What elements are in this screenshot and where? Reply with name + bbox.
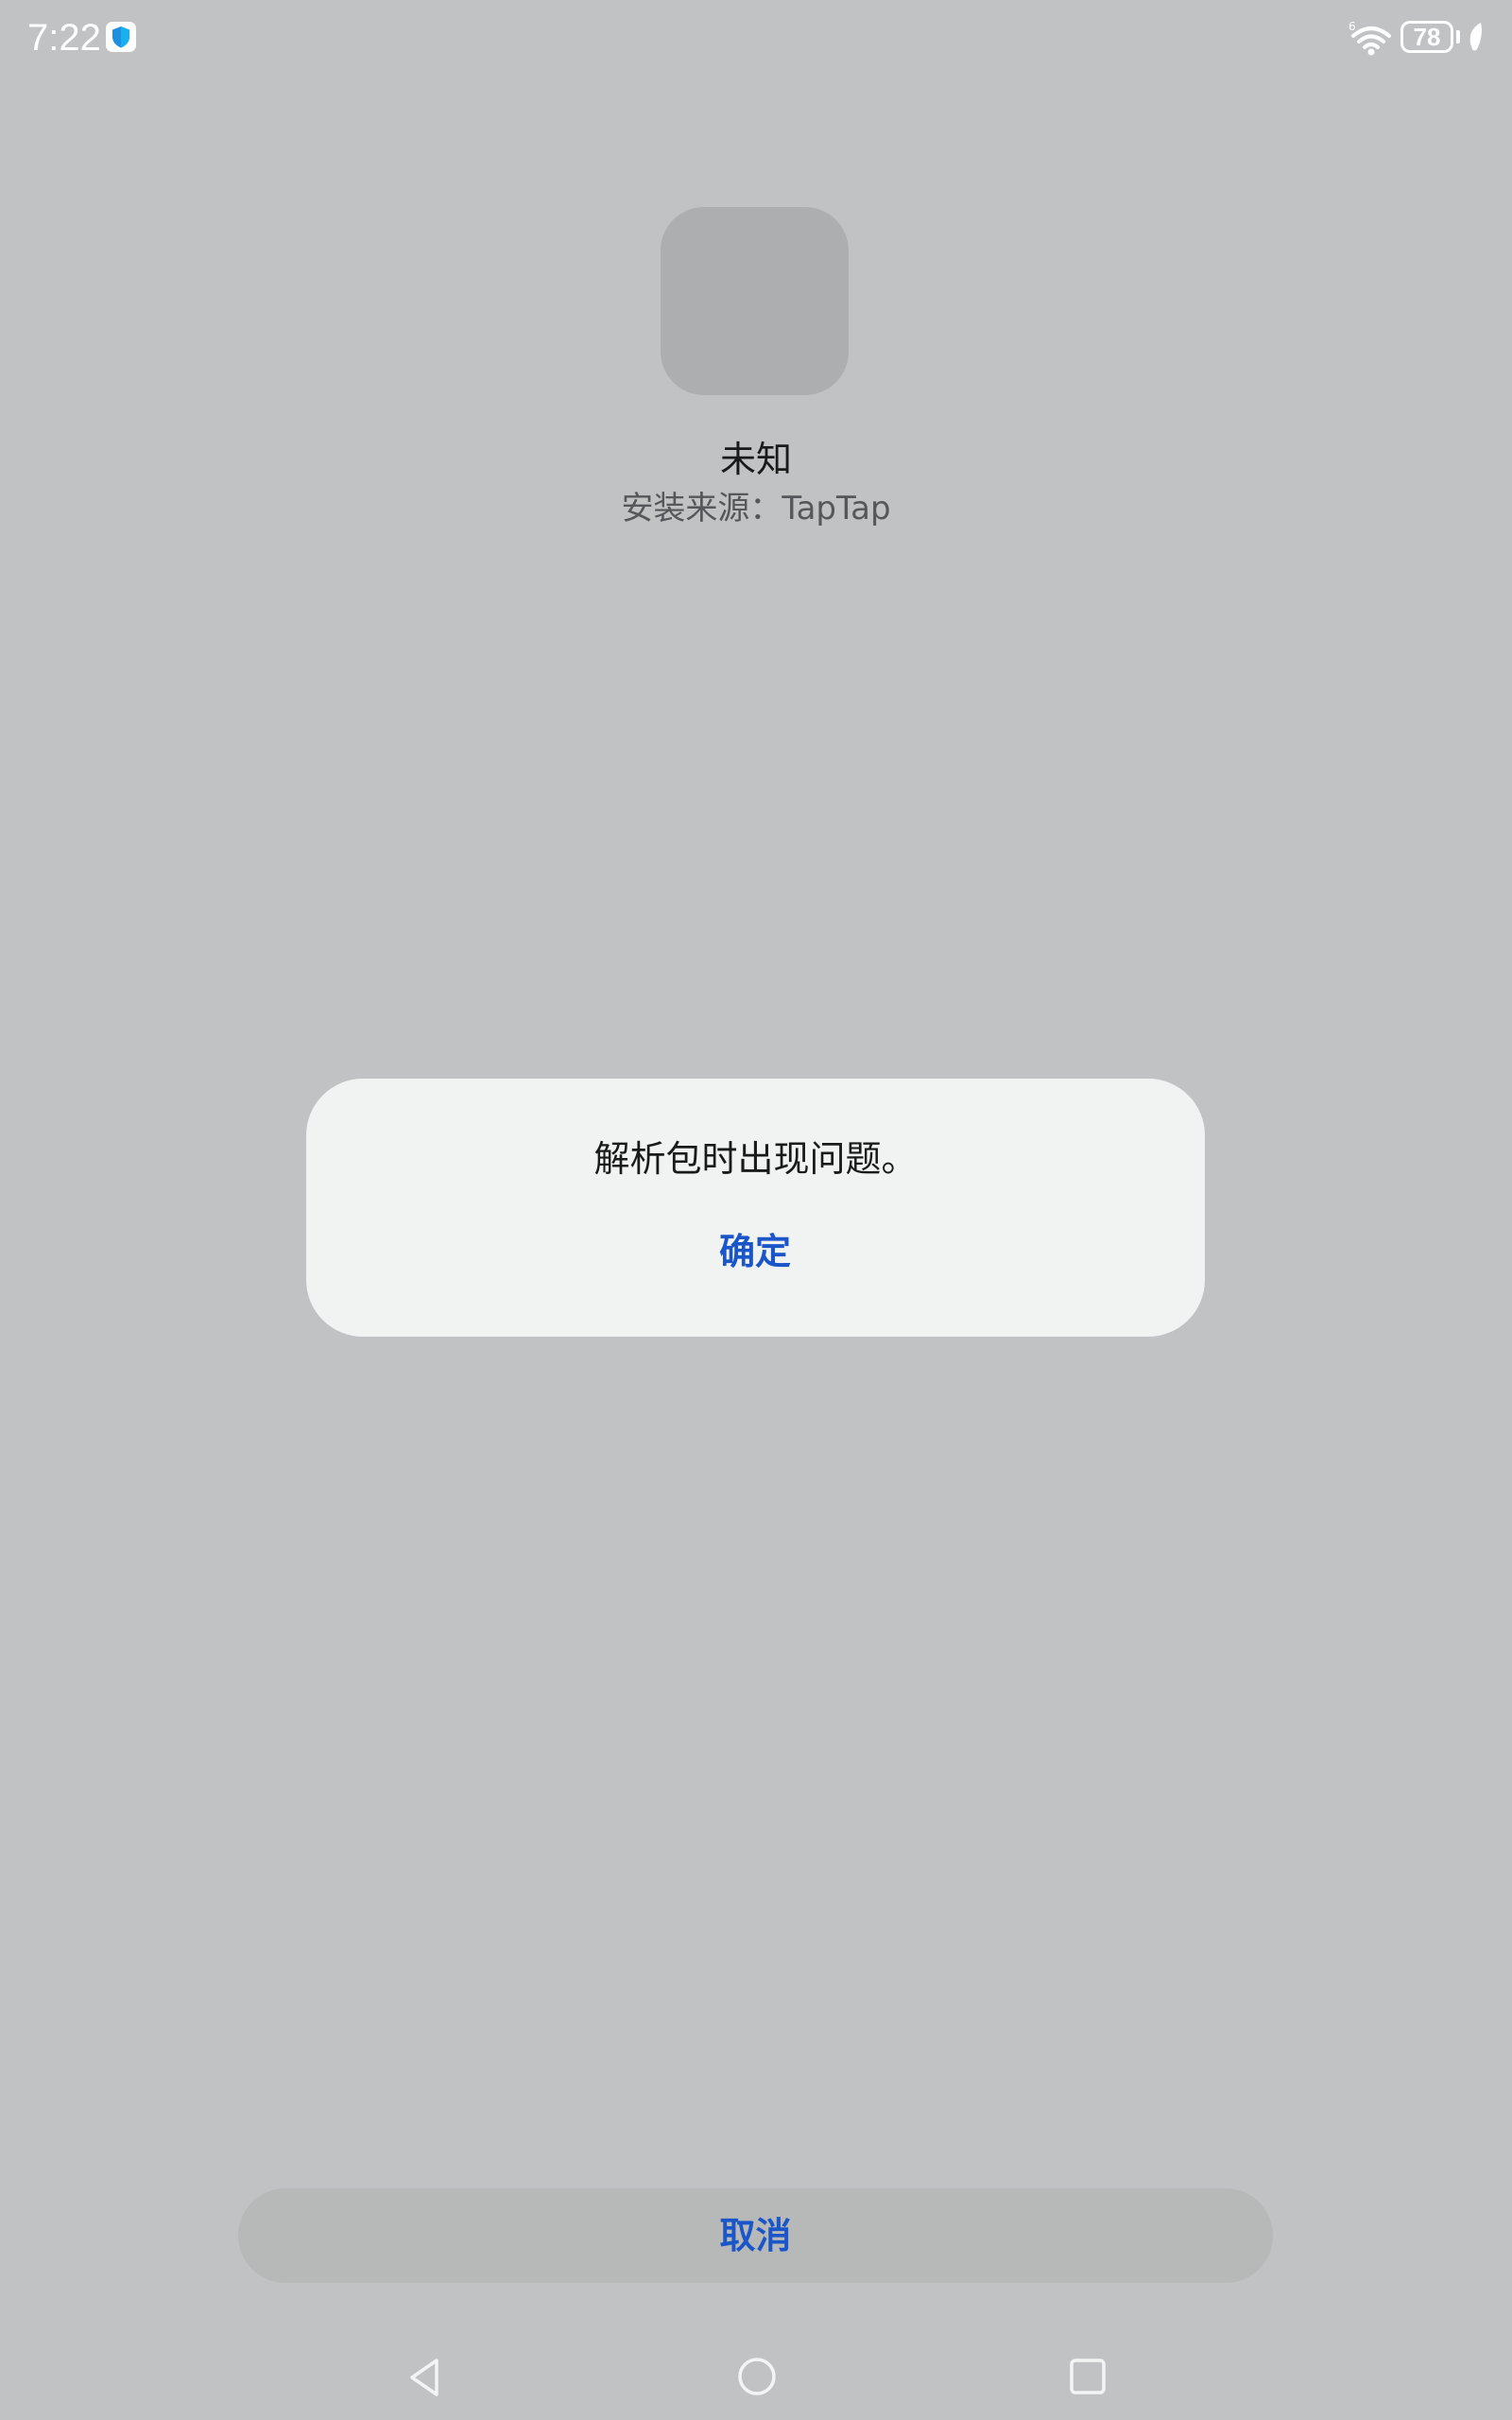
battery-level: 78	[1413, 23, 1441, 51]
recent-apps-icon[interactable]	[1069, 2358, 1107, 2395]
status-time: 7:22	[27, 17, 101, 59]
security-shield-icon	[106, 22, 136, 52]
home-icon[interactable]	[736, 2356, 778, 2397]
wifi-icon: 6	[1349, 20, 1391, 56]
battery-indicator: 78	[1400, 21, 1453, 53]
status-bar: 7:22 6 78	[0, 0, 1512, 76]
navigation-bar	[0, 2335, 1512, 2420]
network-badge-text: 6	[1349, 20, 1356, 33]
dialog-message: 解析包时出现问题。	[593, 1138, 918, 1180]
back-icon[interactable]	[404, 2356, 446, 2399]
confirm-button[interactable]: 确定	[661, 1220, 850, 1283]
cancel-button[interactable]: 取消	[238, 2188, 1273, 2283]
power-saving-leaf-icon	[1469, 23, 1482, 51]
battery-tip	[1456, 30, 1460, 43]
app-name: 未知	[719, 439, 792, 480]
error-dialog: 解析包时出现问题。 确定	[306, 1079, 1205, 1337]
app-icon	[661, 207, 849, 395]
install-source: 安装来源：TapTap	[621, 490, 891, 527]
